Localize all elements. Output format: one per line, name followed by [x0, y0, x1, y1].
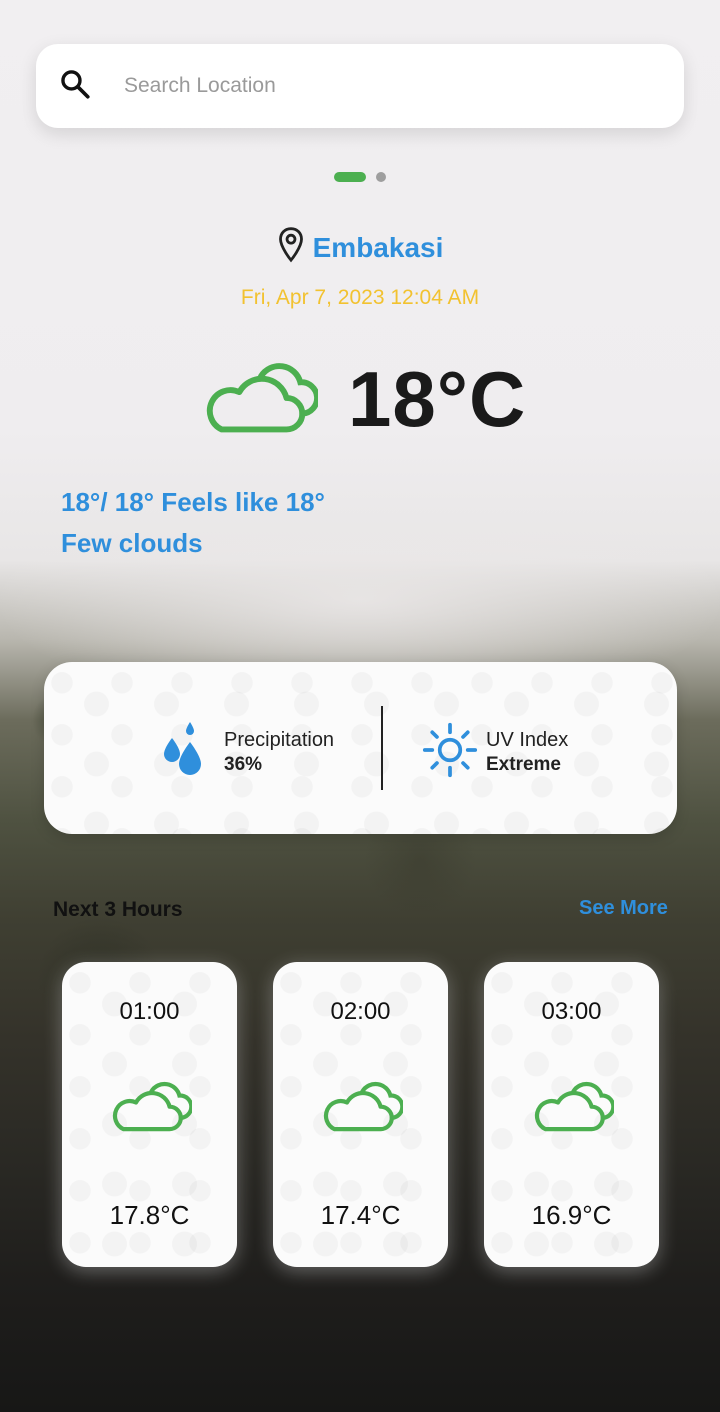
current-weather: 18°C	[200, 352, 526, 447]
hour-temperature: 17.4°C	[320, 1200, 401, 1230]
cloud-icon	[323, 1081, 403, 1132]
search-icon[interactable]	[58, 67, 92, 106]
precipitation-label: Precipitation	[224, 729, 335, 751]
feels-like-text: 18°/ 18° Feels like 18°	[61, 487, 325, 517]
uv-index-item: UV Index Extreme	[422, 720, 568, 785]
weather-info-card: Precipitation 36% UV Index Extreme	[44, 662, 677, 834]
cloud-icon	[200, 352, 320, 447]
current-temperature: 18°C	[348, 355, 527, 443]
water-drops-icon	[160, 720, 216, 785]
weather-description: Few clouds	[61, 528, 203, 558]
page-dot-active[interactable]	[334, 172, 366, 182]
sun-icon	[422, 720, 478, 785]
page-dot[interactable]	[376, 172, 386, 182]
search-bar[interactable]	[36, 44, 684, 128]
see-more-link[interactable]: See More	[579, 897, 668, 920]
hour-card[interactable]: 01:00 17.8°C	[62, 962, 237, 1267]
location-pin-icon	[277, 226, 305, 269]
hour-temperature: 16.9°C	[531, 1200, 612, 1230]
hour-time: 03:00	[541, 998, 602, 1025]
hour-card[interactable]: 02:00 17.4°C	[273, 962, 448, 1267]
precipitation-value: 36%	[224, 754, 263, 775]
page-indicator	[0, 172, 720, 182]
uv-index-value: Extreme	[486, 754, 561, 775]
location-header: Embakasi	[0, 226, 720, 269]
cloud-icon	[112, 1081, 192, 1132]
hour-time: 02:00	[330, 998, 391, 1025]
search-input[interactable]	[124, 74, 624, 98]
uv-index-label: UV Index	[486, 729, 569, 751]
cloud-icon	[534, 1081, 614, 1132]
precipitation-item: Precipitation 36%	[160, 720, 334, 785]
forecast-title: Next 3 Hours	[53, 898, 183, 921]
info-divider	[381, 706, 383, 790]
date-time: Fri, Apr 7, 2023 12:04 AM	[240, 286, 480, 309]
hour-time: 01:00	[119, 998, 180, 1025]
location-name: Embakasi	[312, 231, 444, 263]
hour-temperature: 17.8°C	[109, 1200, 190, 1230]
hour-card[interactable]: 03:00 16.9°C	[484, 962, 659, 1267]
